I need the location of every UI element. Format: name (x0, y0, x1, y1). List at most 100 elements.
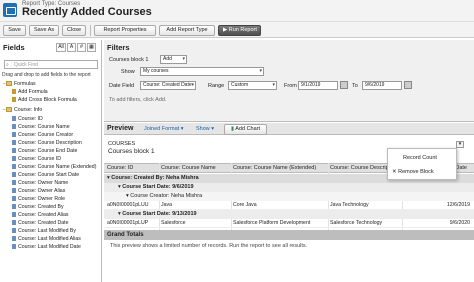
field-label: Course: Course Start Date (18, 172, 80, 178)
field-item[interactable]: Course: ID (12, 115, 43, 123)
calendar-icon[interactable] (340, 81, 348, 89)
date-field-value: Course: Created Date (143, 82, 192, 88)
format-label: Joined Format (144, 126, 180, 132)
field-item[interactable]: Course: Course Start Date (12, 171, 79, 179)
close-icon: ✕ (392, 169, 397, 175)
column-header[interactable]: Course: Course Name (161, 165, 216, 171)
field-icon (12, 172, 16, 177)
from-label: From (284, 83, 297, 89)
field-label: Course: Course End Date (18, 148, 78, 154)
chart-icon: ▮ (230, 126, 235, 132)
field-icon (12, 132, 16, 137)
field-item[interactable]: Course: Course ID (12, 155, 61, 163)
group-label: Course: Created By: Neha Mishra (111, 175, 199, 181)
date-field-label: Date Field (109, 83, 135, 89)
preview-limit-note: This preview shows a limited number of r… (110, 243, 308, 249)
field-item[interactable]: Course: Owner Role (12, 195, 65, 203)
tab-number[interactable]: # (77, 43, 86, 52)
format-dropdown[interactable]: Joined Format ▾ (144, 126, 183, 132)
cell-id: a0N0I00001pLUP (107, 220, 149, 226)
field-item[interactable]: Course: Course Creator (12, 131, 73, 139)
calendar-icon[interactable] (404, 81, 412, 89)
field-item[interactable]: Course: Last Modified Alias (12, 235, 81, 243)
chevron-down-icon: ▾ (259, 68, 262, 74)
to-label: To (352, 83, 358, 89)
range-value: Custom (231, 82, 249, 88)
group-row[interactable]: ▾ Course Start Date: 9/13/2019 (104, 210, 474, 219)
cell-end: 9/6/2020 (449, 220, 470, 226)
group-label: Course Start Date: 9/13/2019 (122, 211, 197, 217)
tab-text[interactable]: A (67, 43, 76, 52)
chevron-down-icon: ▾ (180, 126, 184, 132)
field-label: Course: Last Modified By (18, 228, 76, 234)
show-select[interactable]: My courses ▾ (140, 67, 264, 76)
to-date-input[interactable]: 9/6/2019 (362, 81, 402, 90)
add-chart-button[interactable]: ▮ Add Chart (224, 124, 267, 135)
quick-find-input[interactable]: ⌕ Quick Find (4, 60, 98, 69)
search-icon: ⌕ (6, 62, 9, 68)
fields-panel: Fields All A # ▦ Drag and drop to add fi… (0, 40, 102, 282)
chevron-down-icon: ▾ (272, 82, 275, 88)
field-item[interactable]: Course: Course Name (Extended) (12, 163, 96, 171)
group-label: Course Start Date: 9/6/2019 (122, 184, 194, 190)
add-formula-item[interactable]: Add Formula (12, 88, 48, 96)
report-properties-button[interactable]: Report Properties (94, 25, 156, 36)
field-item[interactable]: Course: Course End Date (12, 147, 77, 155)
field-item[interactable]: Course: Owner Name (12, 179, 68, 187)
add-cross-block-item[interactable]: Add Cross Block Formula (12, 96, 77, 104)
field-item[interactable]: Course: Created Alias (12, 211, 68, 219)
report-icon (3, 3, 17, 17)
folder-formulas-label: Formulas (14, 81, 36, 87)
date-field-select[interactable]: Course: Created Date ▾ (140, 81, 196, 90)
field-item[interactable]: Course: Course Name (12, 123, 70, 131)
folder-formulas[interactable]: − Formulas (2, 80, 36, 88)
group-row[interactable]: ▾ Course Start Date: 9/6/2019 (104, 183, 474, 192)
from-date-input[interactable]: 9/1/2019 (298, 81, 338, 90)
tab-date[interactable]: ▦ (87, 43, 96, 52)
cell-end: 12/6/2019 (446, 202, 470, 208)
run-report-button[interactable]: ▶ Run Report (218, 25, 261, 36)
field-item[interactable]: Course: Created By (12, 203, 64, 211)
group-row[interactable]: ▾ Course Creator: Neha Mishra (104, 192, 474, 201)
field-icon (12, 204, 16, 209)
filter-block-label: Courses block 1 (109, 57, 149, 63)
show-dropdown[interactable]: Show ▾ (196, 126, 214, 132)
folder-course-info-label: Course: Info (14, 107, 43, 113)
record-count-menu-item[interactable]: Record Count (388, 151, 458, 165)
chevron-down-icon: ▾ (458, 141, 462, 147)
field-label: Course: ID (18, 116, 43, 122)
quick-find-placeholder: Quick Find (14, 62, 38, 68)
remove-block-menu-item[interactable]: ✕ Remove Block (388, 165, 458, 179)
save-as-button[interactable]: Save As (29, 25, 59, 36)
field-label: Course: Created Date (18, 220, 69, 226)
field-label: Course: Created Alias (18, 212, 69, 218)
field-item[interactable]: Course: Last Modified Date (12, 243, 81, 251)
column-header[interactable]: Course: ID (107, 165, 133, 171)
close-button[interactable]: Close (62, 25, 86, 36)
group-label: Course Creator: Neha Mishra (130, 193, 203, 199)
field-item[interactable]: Course: Course Description (12, 139, 82, 147)
fields-hint: Drag and drop to add fields to the repor… (2, 72, 91, 78)
column-header[interactable]: Course: Course Name (Extended) (233, 165, 316, 171)
field-label: Course: Course Description (18, 140, 82, 146)
formula-icon (12, 97, 16, 102)
field-label: Course: Last Modified Alias (18, 236, 81, 242)
field-item[interactable]: Course: Created Date (12, 219, 68, 227)
block-menu-toggle[interactable]: ▾ (456, 141, 464, 148)
add-formula-label: Add Formula (18, 89, 48, 95)
cell-id: a0N0I00001pLUU (107, 202, 149, 208)
field-item[interactable]: Course: Last Modified By (12, 227, 76, 235)
show-label: Show (121, 69, 135, 75)
tab-all[interactable]: All (56, 43, 66, 52)
add-report-type-button[interactable]: Add Report Type (159, 25, 215, 36)
field-icon (12, 156, 16, 161)
courses-heading: COURSES (108, 141, 136, 147)
save-button[interactable]: Save (3, 25, 26, 36)
field-item[interactable]: Course: Owner Alias (12, 187, 65, 195)
field-icon (12, 148, 16, 153)
field-label: Course: Owner Name (18, 180, 69, 186)
add-filter-dropdown[interactable]: Add ▾ (160, 55, 187, 64)
preview-toolbar: Preview Joined Format ▾ Show ▾ ▮ Add Cha… (104, 123, 474, 135)
range-select[interactable]: Custom ▾ (228, 81, 277, 90)
folder-course-info[interactable]: − Course: Info (2, 106, 42, 114)
